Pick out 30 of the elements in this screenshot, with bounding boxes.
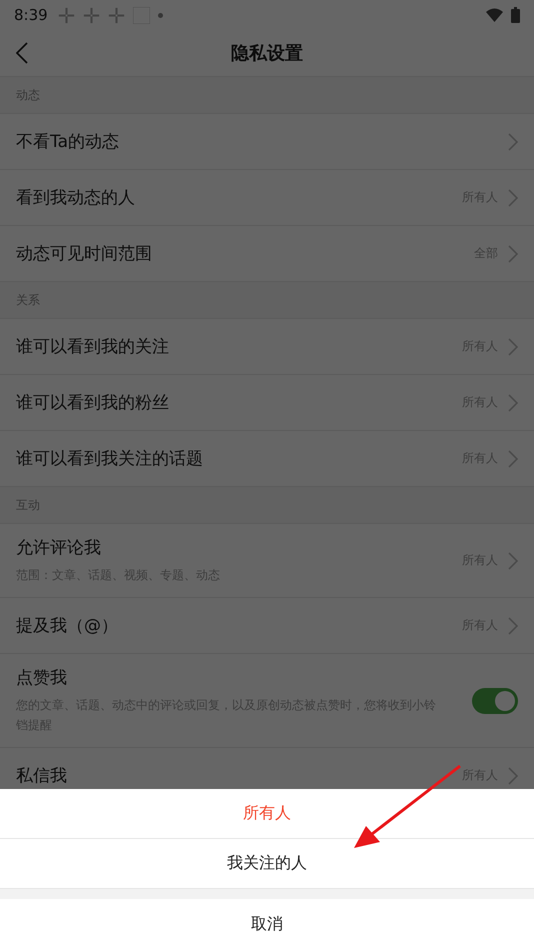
setting-label: 提及我（@） bbox=[16, 615, 119, 637]
app-icon bbox=[82, 6, 100, 24]
chevron-icon bbox=[508, 552, 518, 570]
setting-label: 谁可以看到我的关注 bbox=[16, 336, 170, 358]
back-icon[interactable] bbox=[16, 42, 28, 64]
chevron-icon bbox=[508, 450, 518, 468]
setting-row[interactable]: 不看Ta的动态 bbox=[0, 114, 534, 170]
app-icon bbox=[108, 6, 125, 24]
setting-label: 看到我动态的人 bbox=[16, 187, 136, 209]
chevron-icon bbox=[508, 188, 518, 206]
chevron-icon bbox=[508, 132, 518, 150]
battery-icon bbox=[511, 7, 520, 23]
toggle-switch[interactable] bbox=[472, 688, 518, 714]
chevron-icon bbox=[508, 244, 518, 262]
dot-icon bbox=[158, 12, 163, 18]
chevron-icon bbox=[508, 394, 518, 412]
setting-label: 不看Ta的动态 bbox=[16, 131, 120, 153]
setting-label: 谁可以看到我关注的话题 bbox=[16, 448, 204, 470]
page-title: 隐私设置 bbox=[231, 42, 303, 65]
wifi-icon bbox=[486, 8, 503, 22]
app-icon bbox=[58, 6, 75, 24]
setting-label: 谁可以看到我的粉丝 bbox=[16, 392, 170, 414]
setting-label: 点赞我 bbox=[16, 667, 68, 689]
chevron-icon bbox=[508, 766, 518, 784]
setting-label: 私信我 bbox=[16, 765, 68, 787]
chevron-icon bbox=[508, 338, 518, 356]
setting-label: 动态可见时间范围 bbox=[16, 243, 153, 265]
status-time: 8:39 bbox=[14, 6, 48, 24]
chevron-icon bbox=[508, 616, 518, 634]
setting-label: 允许评论我 bbox=[16, 537, 102, 559]
